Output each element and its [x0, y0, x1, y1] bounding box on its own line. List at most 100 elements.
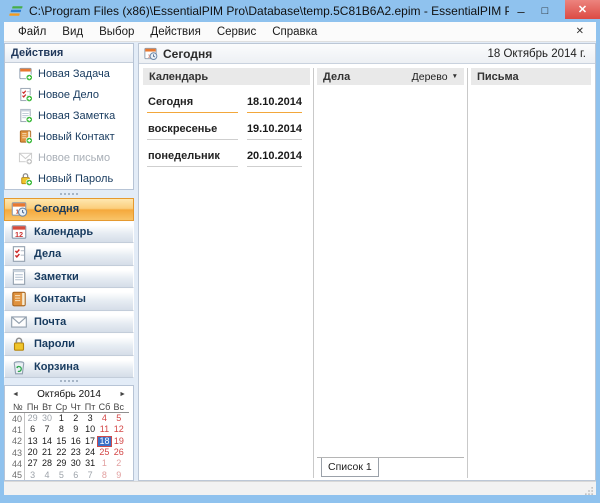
mini-calendar-day-cell[interactable]: 8	[97, 470, 111, 481]
day-name: Вс	[112, 402, 126, 412]
action-item-new-note[interactable]: Новая Заметка	[5, 105, 133, 126]
action-item-new-contact[interactable]: Новый Контакт	[5, 126, 133, 147]
menu-item-0[interactable]: Файл	[10, 26, 54, 38]
mini-calendar-day-cell[interactable]: 20	[25, 447, 39, 458]
mini-calendar-day-cell[interactable]: 6	[25, 424, 39, 435]
action-item-new-mail: Новое письмо	[5, 147, 133, 168]
agenda-date: 20.10.2014	[247, 150, 302, 167]
mini-calendar-day-cell[interactable]: 31	[83, 458, 97, 469]
mini-calendar-day-cell[interactable]: 22	[54, 447, 68, 458]
mini-calendar-day-cell[interactable]: 2	[69, 413, 83, 424]
close-button[interactable]: ✕	[565, 0, 600, 19]
resize-grip[interactable]	[584, 483, 594, 493]
mini-calendar-today-cell[interactable]: 18	[97, 436, 111, 447]
day-name: Вт	[40, 402, 54, 412]
mini-calendar-day-cell[interactable]: 29	[54, 458, 68, 469]
mini-calendar-day-cell[interactable]: 13	[25, 436, 39, 447]
mini-calendar-day-cell[interactable]: 3	[25, 470, 39, 481]
mini-calendar-daynames: №ПнВтСрЧтПтСбВс	[9, 402, 129, 413]
mini-calendar-day-cell[interactable]: 5	[112, 413, 126, 424]
mini-calendar-day-cell[interactable]: 25	[97, 447, 111, 458]
mini-calendar-grid: 4029301234541678910111242131415161718194…	[5, 413, 133, 481]
mini-calendar-day-cell[interactable]: 21	[40, 447, 54, 458]
agenda-row[interactable]: понедельник20.10.2014	[144, 140, 309, 167]
new-contact-icon	[18, 129, 33, 144]
today-header-icon: 18	[143, 46, 158, 61]
mini-calendar-day-cell[interactable]: 27	[25, 458, 39, 469]
mini-calendar-day-cell[interactable]: 2	[112, 458, 126, 469]
essentialpim-logo-icon	[7, 3, 24, 20]
mini-calendar-day-cell[interactable]: 1	[97, 458, 111, 469]
action-item-label: Новая Заметка	[38, 110, 115, 122]
mini-calendar-day-cell[interactable]: 9	[69, 424, 83, 435]
mini-calendar-day-cell[interactable]: 23	[69, 447, 83, 458]
titlebar: C:\Program Files (x86)\EssentialPIM Pro\…	[0, 0, 600, 22]
nav-button-notes[interactable]: Заметки	[4, 266, 134, 289]
menu-item-2[interactable]: Выбор	[91, 26, 142, 38]
nav-button-tasks[interactable]: Дела	[4, 243, 134, 266]
action-item-label: Новое Дело	[38, 89, 99, 101]
nav-button-trash[interactable]: Корзина	[4, 356, 134, 379]
mini-calendar-day-cell[interactable]: 11	[97, 424, 111, 435]
mini-calendar-day-cell[interactable]: 10	[83, 424, 97, 435]
mini-calendar-day-cell[interactable]: 1	[54, 413, 68, 424]
mini-calendar-day-cell[interactable]: 5	[54, 470, 68, 481]
mini-calendar-day-cell[interactable]: 8	[54, 424, 68, 435]
nav-button-mail[interactable]: Почта	[4, 311, 134, 334]
nav-button-contacts[interactable]: Контакты	[4, 288, 134, 311]
action-item-new-task[interactable]: Новая Задача	[5, 63, 133, 84]
mini-calendar-day-cell[interactable]: 29	[25, 413, 39, 424]
prev-month-icon[interactable]: ◄	[12, 391, 19, 398]
next-month-icon[interactable]: ►	[119, 391, 126, 398]
nav-button-calendar[interactable]: 12Календарь	[4, 221, 134, 244]
agenda-row[interactable]: Сегодня18.10.2014	[144, 86, 309, 113]
actions-panel: Действия Новая ЗадачаНовое ДелоНовая Зам…	[4, 43, 134, 190]
day-name: Пн	[25, 402, 39, 412]
mini-calendar-day-cell[interactable]: 9	[112, 470, 126, 481]
mini-calendar-day-cell[interactable]: 24	[83, 447, 97, 458]
week-number: 42	[12, 436, 25, 447]
menu-close-icon[interactable]: ✕	[570, 26, 590, 37]
mini-calendar-day-cell[interactable]: 19	[112, 436, 126, 447]
mini-calendar-week: 4213141516171819	[9, 436, 129, 447]
mini-calendar-day-cell[interactable]: 12	[112, 424, 126, 435]
menu-item-4[interactable]: Сервис	[209, 26, 264, 38]
mini-calendar-week: 4320212223242526	[9, 447, 129, 458]
agenda-row[interactable]: воскресенье19.10.2014	[144, 113, 309, 140]
view-mode-dropdown[interactable]: Дерево ▼	[412, 71, 458, 83]
nav-button-passwords[interactable]: Пароли	[4, 333, 134, 356]
sidebar-splitter-bottom[interactable]	[4, 378, 134, 383]
mini-calendar-day-cell[interactable]: 30	[40, 413, 54, 424]
mini-calendar-title: Октябрь 2014	[19, 389, 119, 400]
mail-icon	[10, 313, 28, 331]
todo-list-tab[interactable]: Список 1	[321, 458, 379, 477]
mini-calendar-day-cell[interactable]: 7	[83, 470, 97, 481]
nav-button-today[interactable]: 18Сегодня	[4, 198, 134, 221]
agenda-date: 18.10.2014	[247, 96, 302, 113]
mini-calendar-day-cell[interactable]: 7	[40, 424, 54, 435]
mini-calendar-day-cell[interactable]: 4	[97, 413, 111, 424]
mini-calendar-day-cell[interactable]: 14	[40, 436, 54, 447]
notes-icon	[10, 268, 28, 286]
menu-item-3[interactable]: Действия	[142, 26, 208, 38]
mini-calendar-day-cell[interactable]: 6	[69, 470, 83, 481]
week-number: 44	[12, 458, 25, 469]
mini-calendar-day-cell[interactable]: 28	[40, 458, 54, 469]
action-item-new-todo[interactable]: Новое Дело	[5, 84, 133, 105]
sidebar: Действия Новая ЗадачаНовое ДелоНовая Зам…	[4, 43, 134, 481]
mini-calendar-day-cell[interactable]: 4	[40, 470, 54, 481]
menu-item-1[interactable]: Вид	[54, 26, 91, 38]
sidebar-splitter-top[interactable]	[4, 190, 134, 198]
menu-item-5[interactable]: Справка	[264, 26, 325, 38]
minimize-button[interactable]: –	[509, 4, 533, 19]
mini-calendar-day-cell[interactable]: 3	[83, 413, 97, 424]
action-item-new-password[interactable]: Новый Пароль	[5, 168, 133, 189]
mini-calendar-day-cell[interactable]: 26	[112, 447, 126, 458]
mini-calendar-day-cell[interactable]: 16	[69, 436, 83, 447]
maximize-button[interactable]: □	[533, 5, 557, 17]
mini-calendar-day-cell[interactable]: 30	[69, 458, 83, 469]
nav-stack: 18Сегодня12КалендарьДелаЗаметкиКонтактыП…	[4, 198, 134, 378]
mail-column-header: Письма	[471, 68, 591, 85]
mini-calendar-day-cell[interactable]: 17	[83, 436, 97, 447]
mini-calendar-day-cell[interactable]: 15	[54, 436, 68, 447]
